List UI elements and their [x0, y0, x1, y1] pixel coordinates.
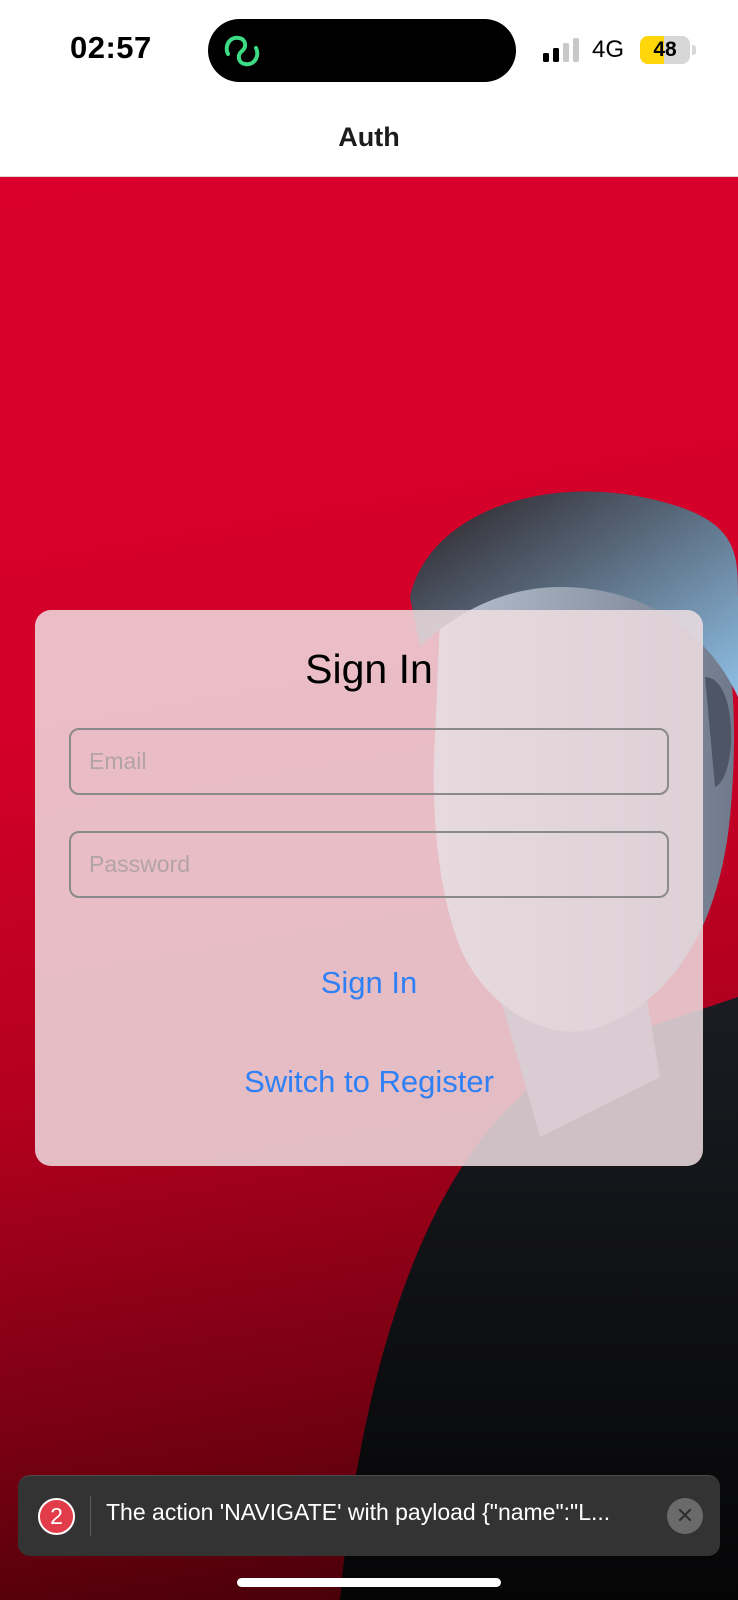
- network-type: 4G: [592, 36, 625, 63]
- home-indicator[interactable]: [237, 1578, 501, 1587]
- switch-to-register-button[interactable]: Switch to Register: [35, 1064, 703, 1100]
- close-icon[interactable]: ✕: [667, 1498, 703, 1534]
- error-count-badge: 2: [38, 1498, 75, 1535]
- error-toast[interactable]: 2 The action 'NAVIGATE' with payload {"n…: [18, 1475, 720, 1556]
- battery-icon: 48: [640, 36, 696, 64]
- battery-level: 48: [653, 38, 677, 61]
- sign-in-button[interactable]: Sign In: [35, 965, 703, 1001]
- page-title: Auth: [338, 122, 400, 152]
- toast-divider: [90, 1496, 91, 1536]
- sign-in-card: Sign In Sign In Switch to Register: [35, 610, 703, 1166]
- nav-header: Auth: [0, 100, 738, 177]
- signal-strength-icon: [543, 38, 579, 62]
- password-field[interactable]: [69, 831, 669, 898]
- dynamic-island[interactable]: [208, 19, 516, 82]
- app-screen: 02:57 4G 48 Auth Sign In Email Sign In S…: [0, 0, 738, 1600]
- email-field[interactable]: [69, 728, 669, 795]
- error-message: The action 'NAVIGATE' with payload {"nam…: [106, 1499, 611, 1525]
- chat-link-icon: [224, 35, 260, 67]
- status-bar: 02:57 4G 48: [0, 0, 738, 100]
- sign-in-heading: Sign In: [305, 646, 433, 692]
- status-time: 02:57: [70, 30, 152, 65]
